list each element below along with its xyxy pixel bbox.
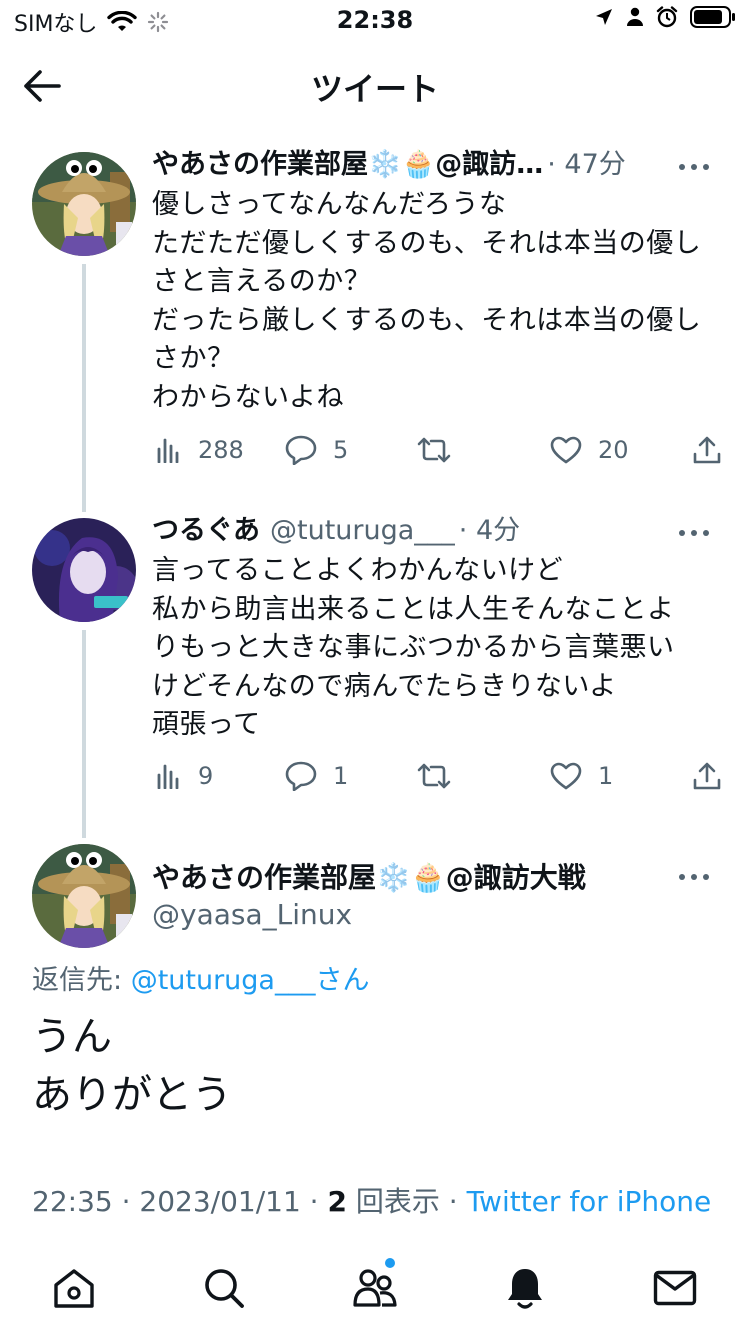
tab-messages[interactable] [647,1260,703,1316]
communities-icon [353,1269,397,1307]
reply-icon [285,761,317,791]
like-button[interactable]: 1 [550,756,613,796]
views-icon [157,764,179,789]
views-count: 9 [198,762,214,790]
more-icon [679,530,709,536]
tweet-actions: 9 1 1 [152,756,727,796]
tab-search[interactable] [196,1260,252,1316]
tweet-text-line: りもっと大きな事にぶつかるから言葉悪い [152,632,675,663]
avatar[interactable] [32,152,136,256]
tweet-author-handle[interactable]: @tuturuga___ [270,514,455,548]
bottom-tab-bar [0,1240,750,1334]
views-button[interactable]: 288 [156,430,244,470]
reply-button[interactable]: 1 [285,756,348,796]
heart-icon [550,762,582,790]
tweet-text-line: うん [32,1014,112,1060]
tweet-text-line: 私から助言出来ることは人生そんなことよ [152,593,675,625]
tweet-text-line: ただただ優しくするのも、それは本当の優し [152,227,702,259]
avatar-image [32,152,136,256]
tweet-header: つるぐあ @tuturuga___ · 4分 [152,514,722,548]
tweet-text-line: だったら厳しくするのも、それは本当の優し [152,304,702,336]
more-icon [679,874,709,880]
share-button[interactable] [692,756,722,796]
reply-to-prefix: 返信先: [32,965,131,996]
tweet-timestamp: 22:35 · 2023/01/11 · [32,1185,328,1218]
mail-icon [653,1270,697,1306]
reply-icon [285,435,317,465]
more-icon [679,164,709,170]
retweet-icon [417,763,451,789]
avatar-image [32,844,136,948]
heart-icon [550,436,582,464]
thread-line [82,630,86,838]
tweet-time[interactable]: · 47分 [547,148,626,182]
more-options-button[interactable] [674,862,714,892]
tweet-text: 言ってることよくわかんないけど 私から助言出来ることは人生そんなことよ りもっと… [152,552,722,745]
like-count: 20 [598,436,629,464]
reply-to-link[interactable]: @tuturuga___ [131,965,316,996]
tweet-author-name[interactable]: つるぐあ [152,514,260,548]
tweet-author-name[interactable]: やあさの作業部屋❄️🧁@諏訪… [152,148,543,182]
retweet-icon [417,437,451,463]
alarm-icon [656,6,678,28]
tweet-header: やあさの作業部屋❄️🧁@諏訪… · 47分 [152,148,722,182]
avatar[interactable] [32,844,136,948]
reply-count: 1 [333,762,349,790]
view-label: 回表示 · [346,1185,467,1218]
tweet-text-line: さと言えるのか？ [152,266,372,297]
reply-button[interactable]: 5 [285,430,348,470]
tweet-meta: 22:35 · 2023/01/11 · 2 回表示 · Twitter for… [32,1180,711,1220]
tweet-source-link[interactable]: Twitter for iPhone [467,1185,712,1218]
thread-line [82,264,86,512]
reply-count: 5 [333,436,349,464]
tweet-item[interactable]: つるぐあ @tuturuga___ · 4分 言ってることよくわかんないけど 私… [0,514,750,838]
like-button[interactable]: 20 [550,430,629,470]
tweet-text-line: 頑張って [152,709,261,740]
avatar[interactable] [32,518,136,622]
tweet-text-line: さか？ [152,343,235,374]
tab-communities[interactable] [347,1258,403,1316]
tab-home[interactable] [46,1260,102,1316]
share-button[interactable] [692,430,722,470]
tab-notifications[interactable] [497,1260,553,1316]
status-bar: SIMなし 22:38 [0,0,750,40]
views-count: 288 [198,436,244,464]
reply-to-line: 返信先: @tuturuga___さん [32,958,369,997]
notification-dot [385,1258,395,1268]
tweet-time[interactable]: · 4分 [459,514,520,548]
tweet-author-name[interactable]: やあさの作業部屋❄️🧁@諏訪大戦 [152,860,586,896]
search-icon [205,1269,244,1308]
tweet-actions: 288 5 20 [152,430,727,470]
home-icon [54,1269,94,1308]
status-right [594,6,736,28]
like-count: 1 [598,762,614,790]
tweet-text-line: 優しさってなんなんだろうな [152,189,507,220]
more-options-button[interactable] [674,152,714,182]
more-options-button[interactable] [674,518,714,548]
navigation-bar: ツイート [0,44,750,124]
tweet-author-handle[interactable]: @yaasa_Linux [152,898,352,931]
reply-to-suffix[interactable]: さん [315,965,369,996]
share-icon [693,436,721,464]
tweet-text: うん ありがとう [32,1008,232,1124]
view-count: 2 [327,1185,347,1218]
tweet-text-line: わからないよね [152,381,344,413]
person-icon [627,7,643,26]
views-button[interactable]: 9 [156,756,213,796]
battery-icon [690,6,735,28]
tweet-text-line: けどそんなので病んでたらきりないよ [152,670,617,702]
tweet-text: 優しさってなんなんだろうな ただただ優しくするのも、それは本当の優し さと言える… [152,186,722,417]
focused-tweet: やあさの作業部屋❄️🧁@諏訪大戦 @yaasa_Linux 返信先: @tutu… [0,840,750,1230]
retweet-button[interactable] [416,756,468,796]
views-icon [157,438,179,463]
tweet-text-line: ありがとう [32,1072,232,1118]
location-arrow-icon [596,9,612,25]
avatar-image [32,518,136,622]
retweet-button[interactable] [416,430,468,470]
tweet-text-line: 言ってることよくわかんないけど [152,555,564,586]
tweet-item[interactable]: やあさの作業部屋❄️🧁@諏訪… · 47分 優しさってなんなんだろうな ただただ… [0,148,750,512]
page-title: ツイート [310,70,439,108]
bell-icon [508,1269,542,1309]
share-icon [693,762,721,790]
